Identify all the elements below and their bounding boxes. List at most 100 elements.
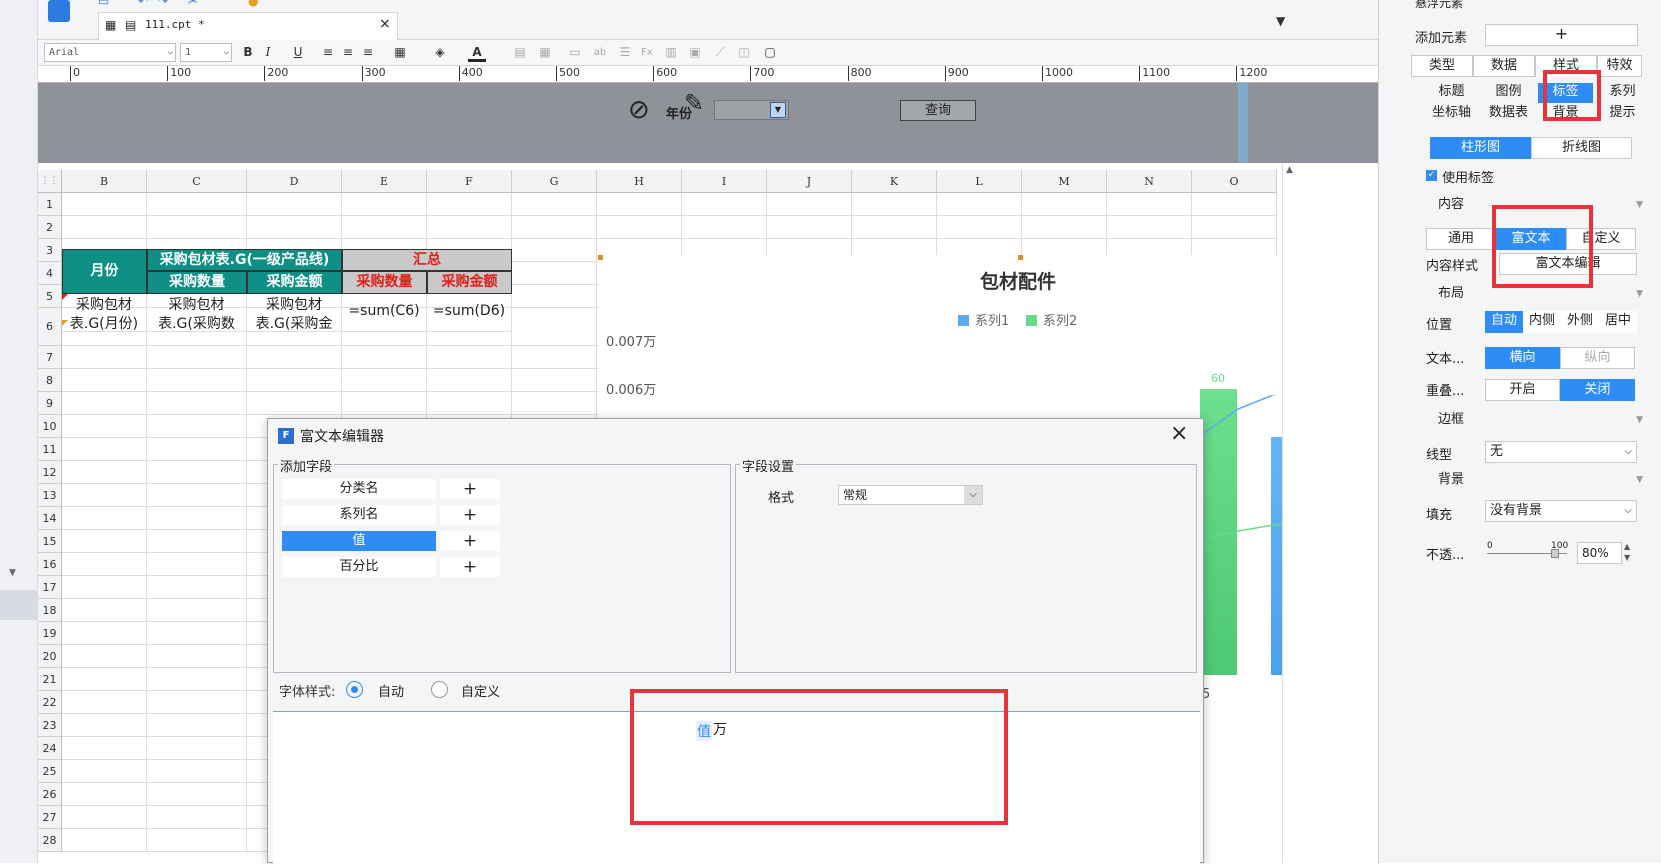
add-field-plus-icon[interactable]: + xyxy=(440,557,500,577)
content-option[interactable]: 富文本 xyxy=(1496,228,1566,250)
grid-cell[interactable] xyxy=(62,668,147,691)
italic-button[interactable]: I xyxy=(259,43,277,62)
grid-cell[interactable] xyxy=(62,461,147,484)
column-header[interactable]: I xyxy=(682,170,767,193)
fill-color-icon[interactable]: ◈ xyxy=(431,43,449,62)
grid-cell[interactable] xyxy=(342,216,427,239)
row-header[interactable]: 20 xyxy=(38,645,62,668)
row-header[interactable]: 8 xyxy=(38,369,62,392)
row-header[interactable]: 28 xyxy=(38,829,62,852)
grid-cell[interactable] xyxy=(1107,193,1192,216)
grid-cell[interactable] xyxy=(1022,216,1107,239)
style-subtab[interactable]: 标题 xyxy=(1424,83,1479,103)
format-select[interactable]: 常规 ⌵ xyxy=(838,485,983,505)
row-header[interactable]: 23 xyxy=(38,714,62,737)
row-header[interactable]: 6 xyxy=(38,308,62,346)
grid-cell[interactable] xyxy=(62,760,147,783)
grid-cell[interactable] xyxy=(597,193,682,216)
grid-cell[interactable] xyxy=(147,668,247,691)
grid-cell[interactable] xyxy=(247,346,342,369)
style-subtab[interactable]: 提示 xyxy=(1595,104,1650,124)
border-icon[interactable]: ▦ xyxy=(391,43,409,62)
grid-cell[interactable] xyxy=(62,484,147,507)
row-header[interactable]: 10 xyxy=(38,415,62,438)
grid-cell[interactable] xyxy=(62,645,147,668)
tab-style[interactable]: 样式 xyxy=(1535,55,1597,77)
grid-cell[interactable] xyxy=(247,216,342,239)
grid-cell[interactable] xyxy=(147,829,247,852)
grid-cell[interactable] xyxy=(62,553,147,576)
grid-cell[interactable] xyxy=(427,216,512,239)
grid-cell[interactable] xyxy=(147,369,247,392)
column-header[interactable]: N xyxy=(1107,170,1192,193)
size-select[interactable]: 1 ⌵ xyxy=(180,43,232,62)
tab-menu-icon[interactable]: ▼ xyxy=(1276,14,1285,28)
grid-cell[interactable] xyxy=(62,829,147,852)
column-header[interactable]: D xyxy=(247,170,342,193)
row-header[interactable]: 17 xyxy=(38,576,62,599)
grid-cell[interactable] xyxy=(62,392,147,415)
table-icon[interactable]: ▦ xyxy=(536,43,554,62)
column-header[interactable]: M xyxy=(1022,170,1107,193)
sheet-scrollbar[interactable]: ▲ xyxy=(1282,163,1300,863)
grid-cell[interactable] xyxy=(62,599,147,622)
column-header[interactable]: L xyxy=(937,170,1022,193)
grid-cell[interactable] xyxy=(62,737,147,760)
grid-cell[interactable] xyxy=(147,484,247,507)
field-item[interactable]: 系列名 xyxy=(282,505,436,525)
brush-icon[interactable]: ● xyxy=(248,0,258,8)
year-combo[interactable]: ▼ xyxy=(714,100,789,120)
scroll-up-icon[interactable]: ▲ xyxy=(1286,165,1293,175)
grid-cell[interactable] xyxy=(62,530,147,553)
position-option[interactable]: 外侧 xyxy=(1561,311,1599,333)
section-border[interactable]: 边框 ▼ xyxy=(1438,408,1643,432)
formula-icon[interactable]: Fx xyxy=(638,43,656,62)
grid-cell[interactable] xyxy=(247,369,342,392)
cell-purchase-qty[interactable]: 采购包材表.G(采购数量) xyxy=(147,294,247,332)
add-field-plus-icon[interactable]: + xyxy=(440,531,500,551)
grid-cell[interactable] xyxy=(147,760,247,783)
grid-cell[interactable] xyxy=(62,216,147,239)
grid-cell[interactable] xyxy=(512,308,597,346)
tab-file[interactable]: ▦ ▤ 111.cpt * × xyxy=(98,12,398,40)
cell-border-icon[interactable]: ▢ xyxy=(761,43,779,62)
row-header[interactable]: 15 xyxy=(38,530,62,553)
spinner-icon[interactable]: ▲ ▼ xyxy=(1624,541,1630,563)
column-header[interactable]: C xyxy=(147,170,247,193)
grid-cell[interactable] xyxy=(427,392,512,415)
row-header[interactable]: 1 xyxy=(38,193,62,216)
redo-icon[interactable]: ↷ xyxy=(158,0,168,8)
row-header[interactable]: 4 xyxy=(38,262,62,285)
grid-cell[interactable] xyxy=(147,415,247,438)
row-header[interactable]: 26 xyxy=(38,783,62,806)
row-header[interactable]: 16 xyxy=(38,553,62,576)
grid-cell[interactable] xyxy=(247,392,342,415)
header-summary[interactable]: 汇总 xyxy=(342,249,512,271)
grid-cell[interactable] xyxy=(62,806,147,829)
header-product-line[interactable]: 采购包材表.G(一级产品线) xyxy=(147,249,342,271)
select-all-corner[interactable]: ⋮⋮ xyxy=(38,170,62,193)
overlap-on[interactable]: 开启 xyxy=(1485,379,1560,401)
column-header[interactable]: G xyxy=(512,170,597,193)
grid-cell[interactable] xyxy=(147,507,247,530)
row-header[interactable]: 7 xyxy=(38,346,62,369)
grid-cell[interactable] xyxy=(937,216,1022,239)
grid-cell[interactable] xyxy=(147,576,247,599)
header-total-qty[interactable]: 采购数量 xyxy=(342,271,427,294)
row-header[interactable]: 3 xyxy=(38,239,62,262)
grid-cell[interactable] xyxy=(937,193,1022,216)
grid-cell[interactable] xyxy=(147,691,247,714)
grid-cell[interactable] xyxy=(512,216,597,239)
grid-cell[interactable] xyxy=(682,216,767,239)
editor-token-value[interactable]: 值 xyxy=(696,721,712,741)
grid-cell[interactable] xyxy=(512,285,597,308)
grid-cell[interactable] xyxy=(147,216,247,239)
grid-cell[interactable] xyxy=(147,806,247,829)
opacity-input[interactable]: 80% xyxy=(1577,542,1622,564)
field-item[interactable]: 分类名 xyxy=(282,479,436,499)
pencil-icon[interactable]: ✎ xyxy=(684,89,704,117)
grid-cell[interactable] xyxy=(852,216,937,239)
text-icon[interactable]: ab xyxy=(591,43,609,62)
add-field-plus-icon[interactable]: + xyxy=(440,505,500,525)
dialog-close-icon[interactable]: × xyxy=(1170,421,1188,446)
